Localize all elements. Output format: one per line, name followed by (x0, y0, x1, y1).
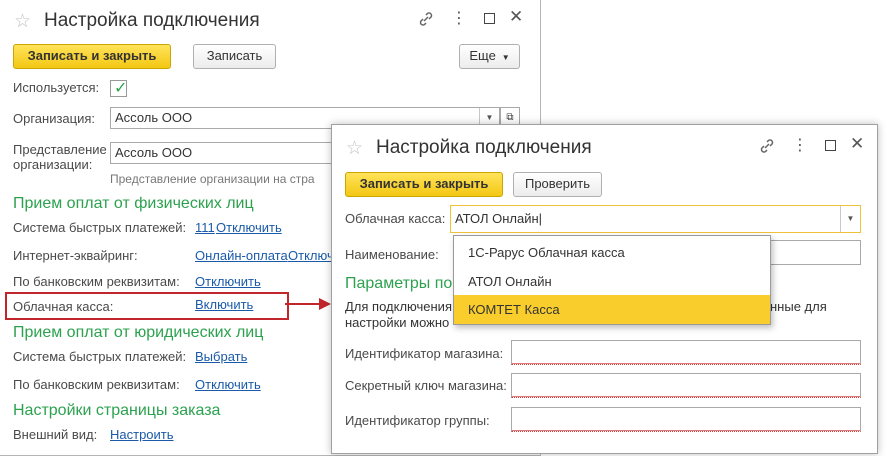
ind-fast-pay-count-link[interactable]: 111 (195, 220, 215, 235)
org-value: Ассоль ООО (115, 110, 193, 125)
chevron-down-icon: ▼ (499, 53, 510, 62)
group-field[interactable] (511, 407, 861, 432)
more-button[interactable]: Еще ▼ (459, 44, 520, 69)
repr-hint: Представление организации на стра (110, 172, 315, 186)
used-label: Используется: (13, 80, 100, 95)
cloud-value: АТОЛ Онлайн (455, 211, 539, 226)
used-checkbox[interactable]: ✓ (110, 80, 127, 97)
repr-label-1: Представление (13, 142, 107, 157)
close-icon[interactable]: ✕ (509, 7, 523, 27)
ind-fast-pay-disable-link[interactable]: Отключить (216, 220, 282, 235)
legal-fast-pay-label: Система быстрых платежей: (13, 349, 187, 364)
section-individuals: Прием оплат от физических лиц (13, 195, 254, 212)
appearance-label: Внешний вид: (13, 427, 98, 442)
maximize-icon[interactable] (484, 13, 495, 24)
more-label: Еще (469, 48, 496, 63)
appearance-configure-link[interactable]: Настроить (110, 427, 174, 442)
cloud-label: Облачная касса: (13, 299, 114, 314)
window-title: Настройка подключения (44, 10, 260, 31)
save-close-button[interactable]: Записать и закрыть (345, 172, 503, 197)
acquiring-label: Интернет-эквайринг: (13, 248, 138, 263)
ind-fast-pay-label: Система быстрых платежей: (13, 220, 187, 235)
name-field[interactable] (770, 240, 861, 265)
dropdown-option-highlighted[interactable]: КОМТЕТ Касса (454, 295, 770, 324)
more-icon[interactable]: ⋮ (451, 8, 467, 28)
cloud-enable-link[interactable]: Включить (195, 297, 253, 312)
section-order-page: Настройки страницы заказа (13, 402, 221, 419)
cloud-dropdown-list: 1С-Рарус Облачная касса АТОЛ Онлайн КОМТ… (453, 235, 771, 325)
repr-value: Ассоль ООО (115, 145, 193, 160)
legal-bank-disable-link[interactable]: Отключить (195, 377, 261, 392)
params-title: Параметры по (345, 275, 453, 292)
cloud-select[interactable]: АТОЛ Онлайн| ▼ (450, 205, 861, 233)
arrow-right-icon (285, 298, 331, 310)
info-line-1a: Для подключения (345, 299, 452, 314)
save-button[interactable]: Записать (193, 44, 276, 69)
maximize-icon[interactable] (825, 140, 836, 151)
link-icon[interactable] (418, 11, 434, 30)
cloud-label: Облачная касса: (345, 211, 446, 226)
star-icon[interactable]: ☆ (14, 10, 31, 33)
dropdown-option[interactable]: 1С-Рарус Облачная касса (454, 238, 770, 267)
repr-label-2: организации: (13, 157, 93, 172)
ind-bank-label: По банковским реквизитам: (13, 274, 180, 289)
open-icon: ⧉ (506, 112, 514, 123)
link-icon[interactable] (759, 138, 775, 157)
secret-field[interactable] (511, 373, 861, 398)
front-window: ☆ Настройка подключения ⋮ ✕ Записать и з… (331, 124, 878, 454)
more-icon[interactable]: ⋮ (792, 135, 808, 155)
shop-id-field[interactable] (511, 340, 861, 365)
secret-label: Секретный ключ магазина: (345, 378, 507, 393)
legal-fast-pay-select-link[interactable]: Выбрать (195, 349, 247, 364)
window-title: Настройка подключения (376, 137, 592, 158)
save-close-button[interactable]: Записать и закрыть (13, 44, 171, 69)
name-label: Наименование: (345, 247, 439, 262)
acquiring-disable-link[interactable]: Отключ (288, 248, 334, 263)
acquiring-online-link[interactable]: Онлайн-оплата (195, 248, 288, 263)
info-line-2: настройки можно (345, 315, 450, 330)
dropdown-arrow-icon[interactable]: ▼ (840, 206, 860, 232)
legal-bank-label: По банковским реквизитам: (13, 377, 180, 392)
org-label: Организация: (13, 111, 96, 126)
checkbox-checked-icon: ✓ (114, 80, 128, 97)
section-legal: Прием оплат от юридических лиц (13, 324, 264, 341)
ind-bank-disable-link[interactable]: Отключить (195, 274, 261, 289)
dropdown-option[interactable]: АТОЛ Онлайн (454, 267, 770, 296)
info-line-1b: нные для (770, 299, 827, 314)
group-label: Идентификатор группы: (345, 413, 490, 428)
check-button[interactable]: Проверить (513, 172, 602, 197)
shop-id-label: Идентификатор магазина: (345, 346, 504, 361)
star-icon[interactable]: ☆ (346, 137, 363, 160)
close-icon[interactable]: ✕ (850, 134, 864, 154)
